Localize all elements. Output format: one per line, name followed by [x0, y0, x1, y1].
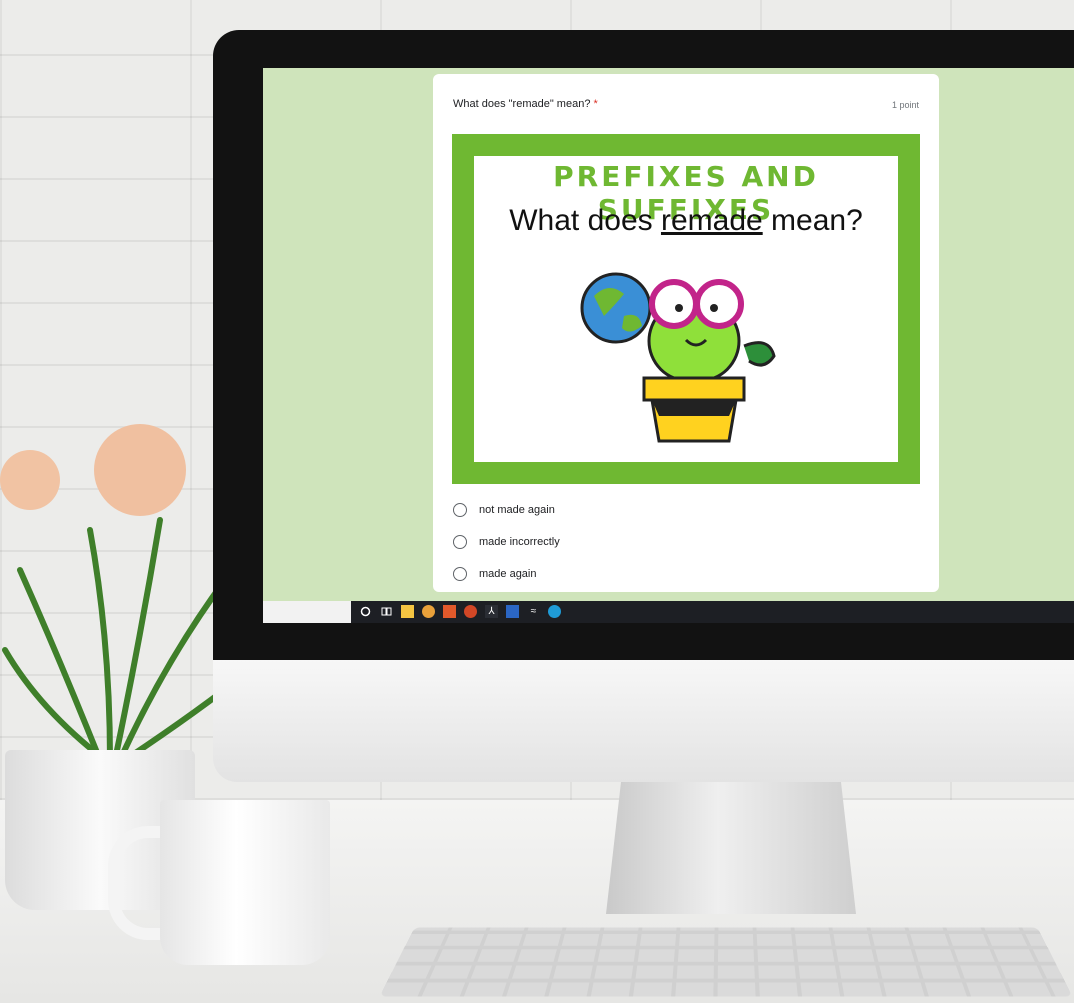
coffee-cup	[160, 800, 330, 965]
screen: What does "remade" mean? * 1 point PREFI…	[263, 68, 1074, 623]
monitor-chin	[213, 660, 1074, 782]
office-icon[interactable]	[443, 605, 456, 618]
radio-button[interactable]	[453, 535, 467, 549]
edge-icon[interactable]	[548, 605, 561, 618]
keyboard	[379, 927, 1072, 996]
task-view-icon[interactable]	[380, 605, 393, 618]
slide-question-pre: What does	[509, 204, 661, 237]
radio-button[interactable]	[453, 567, 467, 581]
monitor-stand	[606, 782, 856, 914]
option-label: made again	[479, 568, 537, 580]
chrome-icon[interactable]	[422, 605, 435, 618]
option-made-again[interactable]: made again	[453, 558, 560, 590]
taskbar: ⅄ ≈	[263, 601, 1074, 623]
word-icon[interactable]	[506, 605, 519, 618]
powerpoint-icon[interactable]	[464, 605, 477, 618]
taskbar-search-area[interactable]	[263, 601, 351, 623]
pot-rim	[644, 378, 744, 400]
flower-right	[94, 424, 186, 516]
option-made-incorrectly[interactable]: made incorrectly	[453, 526, 560, 558]
search-icon[interactable]	[359, 605, 372, 618]
radio-button[interactable]	[453, 503, 467, 517]
slide-content: PREFIXES AND SUFFIXES What does remade m…	[474, 156, 898, 462]
acrobat-icon[interactable]: ⅄	[485, 605, 498, 618]
taskbar-icons: ⅄ ≈	[359, 605, 561, 618]
required-marker: *	[594, 98, 598, 110]
option-label: made incorrectly	[479, 536, 560, 548]
option-not-made-again[interactable]: not made again	[453, 494, 560, 526]
question-title: What does "remade" mean? *	[453, 98, 598, 110]
slide-question-post: mean?	[763, 204, 863, 237]
option-label: not made again	[479, 504, 555, 516]
answer-options: not made again made incorrectly made aga…	[453, 494, 560, 590]
points-label: 1 point	[892, 100, 919, 110]
flower-left	[0, 450, 60, 510]
slide-question-word: remade	[661, 204, 763, 237]
question-text: What does "remade" mean?	[453, 98, 590, 110]
question-card: What does "remade" mean? * 1 point PREFI…	[433, 74, 939, 592]
file-explorer-icon[interactable]	[401, 605, 414, 618]
network-icon[interactable]: ≈	[527, 605, 540, 618]
globe	[582, 274, 650, 342]
slide-question: What does remade mean?	[474, 204, 898, 238]
question-image: PREFIXES AND SUFFIXES What does remade m…	[452, 134, 920, 484]
cactus-illustration	[574, 266, 814, 446]
